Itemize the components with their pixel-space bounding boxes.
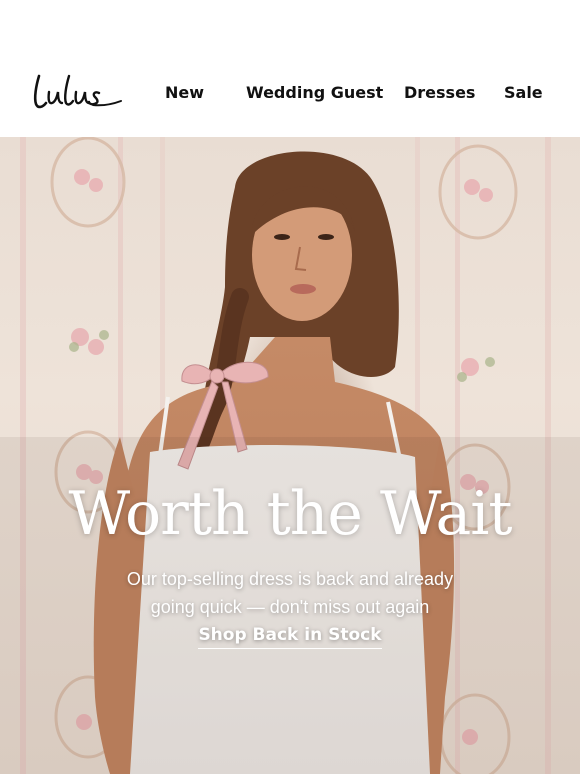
hero-subtitle-line-2: going quick — don't miss out again (150, 597, 430, 617)
model-photo (0, 137, 580, 774)
hero-subtitle-line-1: Our top-selling dress is back and alread… (126, 569, 454, 589)
nav-new[interactable]: New (165, 83, 204, 102)
nav-sale[interactable]: Sale (504, 83, 543, 102)
hero-title: Worth the Wait (68, 479, 512, 549)
nav-dresses[interactable]: Dresses (404, 83, 475, 102)
email-header: New Wedding Guest Dresses Sale (0, 0, 580, 137)
lulus-logo[interactable] (33, 72, 125, 114)
hero-cta-wrapper: Shop Back in Stock (0, 625, 580, 649)
hero-subtitle: Our top-selling dress is back and alread… (90, 565, 490, 621)
shop-back-in-stock-link[interactable]: Shop Back in Stock (198, 625, 382, 649)
hero-banner[interactable]: Worth the Wait Our top-selling dress is … (0, 137, 580, 774)
nav-wedding-guest[interactable]: Wedding Guest (246, 83, 383, 102)
